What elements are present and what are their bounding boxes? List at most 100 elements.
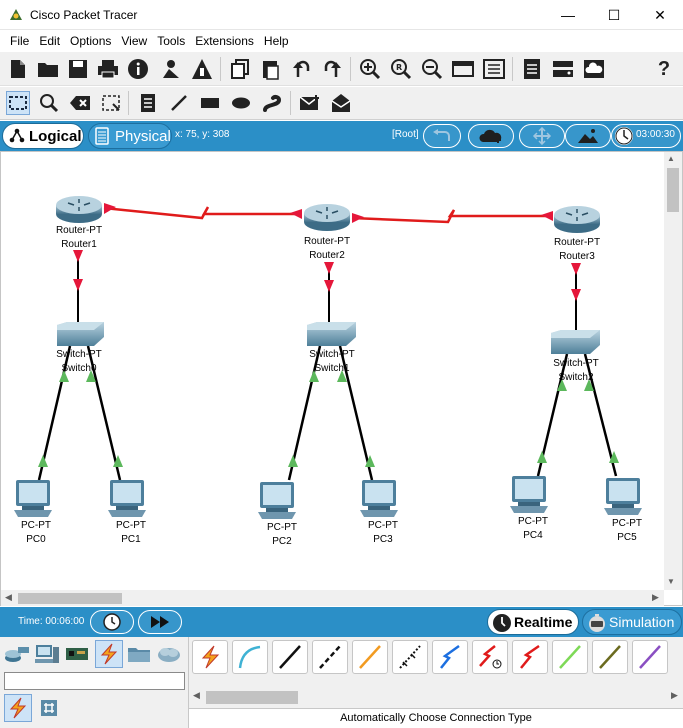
info-icon[interactable] [126,57,150,81]
iot-custom-cable-icon[interactable] [592,640,628,674]
new-file-icon[interactable] [6,57,30,81]
print-icon[interactable] [96,57,120,81]
new-cluster-button[interactable] [468,124,514,148]
horizontal-scroll-thumb[interactable] [18,593,122,604]
copper-straight-icon[interactable] [272,640,308,674]
pc-icon[interactable] [360,480,398,517]
connections-category-icon[interactable] [95,640,123,668]
scroll-up-arrow-icon[interactable]: ▲ [667,154,675,163]
phone-cable-icon[interactable] [392,640,428,674]
add-complex-pdu-icon[interactable] [329,91,353,115]
add-simple-pdu-icon[interactable] [298,91,322,115]
scroll-right-arrow-icon[interactable]: ▶ [652,592,659,603]
router-icon[interactable] [554,206,600,233]
notes-icon[interactable] [520,57,544,81]
end-devices-icon[interactable] [33,640,61,668]
auto-connection-icon[interactable] [192,640,228,674]
inspect-icon[interactable] [37,91,61,115]
freeform-icon[interactable] [260,91,284,115]
delete-icon[interactable] [68,91,92,115]
zoom-in-icon[interactable] [358,57,382,81]
pc-icon[interactable] [258,482,296,519]
fiber-icon[interactable] [352,640,388,674]
close-button[interactable]: ✕ [637,0,683,30]
fast-forward-button[interactable] [138,610,182,634]
help-icon[interactable]: ? [652,57,676,81]
set-background-button[interactable] [565,124,611,148]
place-note-icon[interactable] [136,91,160,115]
palette-icon[interactable] [451,57,475,81]
selected-connections-icon[interactable] [4,694,32,722]
device-name: PC4 [523,530,543,541]
copper-cross-icon[interactable] [312,640,348,674]
menu-view[interactable]: View [117,31,153,51]
coaxial-icon[interactable] [432,640,468,674]
main-toolbar: R ? [0,52,683,86]
pc-icon[interactable] [14,480,52,517]
draw-ellipse-icon[interactable] [229,91,253,115]
undo-icon[interactable] [290,57,314,81]
serial-link-router1-router2[interactable] [103,206,300,220]
router-icon[interactable] [304,204,350,231]
pc-icon[interactable] [604,478,642,515]
miscellaneous-icon[interactable] [125,640,153,668]
pc-icon[interactable] [108,480,146,517]
serial-dce-icon[interactable] [472,640,508,674]
components-icon[interactable] [63,640,91,668]
device-search-input[interactable] [4,672,185,690]
minimize-button[interactable]: — [545,0,591,30]
open-folder-icon[interactable] [36,57,60,81]
select-icon[interactable] [6,91,30,115]
menu-tools[interactable]: Tools [153,31,191,51]
usb-cable-icon[interactable] [632,640,668,674]
serial-link-router2-router3[interactable] [351,209,552,224]
multiuser-icon[interactable] [155,640,183,668]
draw-rectangle-icon[interactable] [198,91,222,115]
tab-realtime[interactable]: Realtime [487,609,579,635]
back-button[interactable] [423,124,461,148]
rack-icon[interactable] [551,57,575,81]
root-breadcrumb[interactable]: [Root] [392,129,419,140]
vertical-scrollbar[interactable] [664,152,682,590]
zoom-out-icon[interactable] [420,57,444,81]
save-icon[interactable] [66,57,90,81]
switch-icon[interactable] [57,322,104,346]
maximize-button[interactable]: ☐ [591,0,637,30]
move-object-button[interactable] [519,124,565,148]
draw-line-icon[interactable] [167,91,191,115]
menu-file[interactable]: File [6,31,35,51]
scroll-down-arrow-icon[interactable]: ▼ [667,577,675,586]
switch-icon[interactable] [307,322,356,346]
pdu-icon[interactable] [190,57,214,81]
resize-icon[interactable] [99,91,123,115]
activity-wizard-icon[interactable] [158,57,182,81]
router-icon[interactable] [56,196,102,223]
octal-cable-icon[interactable] [552,640,588,674]
switch-icon[interactable] [551,330,600,354]
menu-help[interactable]: Help [260,31,295,51]
scroll-right-arrow-icon[interactable]: ▶ [671,690,678,701]
redo-icon[interactable] [320,57,344,81]
tab-simulation[interactable]: Simulation [582,609,682,635]
console-cable-icon[interactable] [232,640,268,674]
pc-icon[interactable] [510,476,548,513]
cloud-icon[interactable] [582,57,606,81]
serial-dte-icon[interactable] [512,640,548,674]
connection-panel-scroll-thumb[interactable] [206,691,298,704]
menu-edit[interactable]: Edit [35,31,66,51]
zoom-reset-icon[interactable]: R [389,57,413,81]
paste-icon[interactable] [259,57,283,81]
network-devices-icon[interactable] [3,640,31,668]
power-cycle-button[interactable] [90,610,134,634]
scroll-left-arrow-icon[interactable]: ◀ [5,592,12,603]
menu-options[interactable]: Options [66,31,117,51]
tab-physical[interactable]: Physical [88,123,172,149]
toolbar-separator [128,91,129,115]
custom-device-icon[interactable] [482,57,506,81]
vertical-scroll-thumb[interactable] [667,168,679,212]
menu-extensions[interactable]: Extensions [191,31,260,51]
scroll-left-arrow-icon[interactable]: ◀ [193,690,200,701]
copy-icon[interactable] [228,57,252,81]
grid-view-icon[interactable] [35,694,63,722]
tab-logical[interactable]: Logical [2,123,84,149]
